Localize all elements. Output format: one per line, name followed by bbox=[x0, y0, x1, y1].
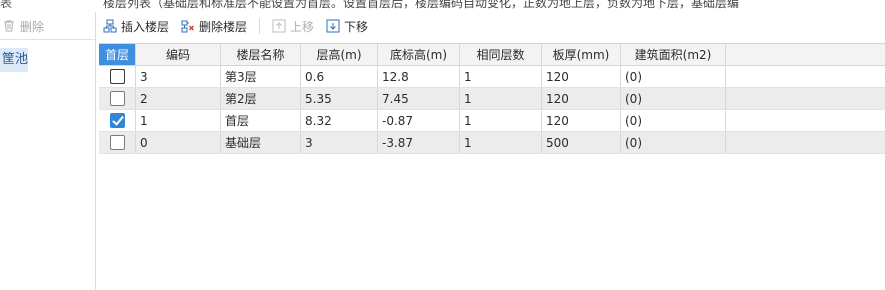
same-count-cell[interactable]: 1 bbox=[460, 110, 542, 131]
floor-table: 首层 编码 楼层名称 层高(m) 底标高(m) 相同层数 板厚(mm) 建筑面积… bbox=[99, 43, 885, 154]
floor-height-cell[interactable]: 5.35 bbox=[301, 88, 378, 109]
trash-icon bbox=[4, 20, 14, 32]
first-floor-cell[interactable] bbox=[99, 88, 136, 109]
toolbar-divider bbox=[259, 18, 261, 34]
insert-floor-label: 插入楼层 bbox=[121, 19, 170, 34]
slab-thickness-cell[interactable]: 500 bbox=[542, 132, 621, 153]
table-row[interactable]: 3 第3层 0.6 12.8 1 120 (0) bbox=[99, 66, 885, 88]
table-row[interactable]: 1 首层 8.32 -0.87 1 120 (0) bbox=[99, 110, 885, 132]
first-floor-cell[interactable] bbox=[99, 110, 136, 131]
header-code[interactable]: 编码 bbox=[136, 44, 221, 65]
delete-floor-icon bbox=[181, 20, 195, 33]
table-header-row: 首层 编码 楼层名称 层高(m) 底标高(m) 相同层数 板厚(mm) 建筑面积… bbox=[99, 43, 885, 66]
floor-toolbar: 插入楼层 删除楼层 上移 下移 bbox=[103, 12, 885, 40]
first-floor-cell[interactable] bbox=[99, 132, 136, 153]
code-cell[interactable]: 3 bbox=[136, 66, 221, 87]
delete-floor-label: 删除楼层 bbox=[199, 19, 248, 34]
building-area-cell: (0) bbox=[621, 132, 726, 153]
building-area-cell: (0) bbox=[621, 110, 726, 131]
code-cell[interactable]: 0 bbox=[136, 132, 221, 153]
move-up-label: 上移 bbox=[290, 19, 315, 34]
same-count-cell[interactable]: 1 bbox=[460, 88, 542, 109]
left-list-item-selected[interactable]: 筐池 bbox=[0, 48, 28, 72]
floor-height-cell[interactable]: 8.32 bbox=[301, 110, 378, 131]
header-floor-name[interactable]: 楼层名称 bbox=[221, 44, 301, 65]
filler-cell bbox=[726, 66, 885, 87]
slab-thickness-cell[interactable]: 120 bbox=[542, 88, 621, 109]
move-up-button[interactable]: 上移 bbox=[272, 15, 314, 37]
slab-thickness-cell[interactable]: 120 bbox=[542, 110, 621, 131]
code-cell[interactable]: 1 bbox=[136, 110, 221, 131]
first-floor-checkbox-checked[interactable] bbox=[109, 113, 125, 128]
bottom-elevation-cell[interactable]: 12.8 bbox=[378, 66, 460, 87]
same-count-cell[interactable]: 1 bbox=[460, 66, 542, 87]
header-same-count[interactable]: 相同层数 bbox=[460, 44, 542, 65]
first-floor-checkbox[interactable] bbox=[109, 69, 125, 84]
building-area-cell: (0) bbox=[621, 66, 726, 87]
floor-name-cell[interactable]: 第2层 bbox=[221, 88, 301, 109]
left-panel-title: 表 bbox=[0, 0, 13, 10]
first-floor-cell[interactable] bbox=[99, 66, 136, 87]
bottom-elevation-cell[interactable]: 7.45 bbox=[378, 88, 460, 109]
left-delete-label: 删除 bbox=[20, 19, 45, 34]
table-row[interactable]: 2 第2层 5.35 7.45 1 120 (0) bbox=[99, 88, 885, 110]
header-building-area[interactable]: 建筑面积(m2) bbox=[621, 44, 726, 65]
filler-cell bbox=[726, 110, 885, 131]
floor-name-cell[interactable]: 基础层 bbox=[221, 132, 301, 153]
first-floor-checkbox[interactable] bbox=[109, 91, 125, 106]
insert-floor-button[interactable]: 插入楼层 bbox=[103, 15, 169, 37]
floor-list-hint: 楼层列表（基础层和标准层不能设置为首层。设置首层后，楼层编码自动变化，正数为地上… bbox=[103, 0, 740, 10]
top-hint-bar: 表 楼层列表（基础层和标准层不能设置为首层。设置首层后，楼层编码自动变化，正数为… bbox=[0, 0, 885, 12]
delete-floor-button[interactable]: 删除楼层 bbox=[181, 15, 247, 37]
move-down-button[interactable]: 下移 bbox=[326, 15, 368, 37]
move-down-label: 下移 bbox=[344, 19, 369, 34]
floor-height-cell[interactable]: 0.6 bbox=[301, 66, 378, 87]
code-cell[interactable]: 2 bbox=[136, 88, 221, 109]
arrow-up-icon bbox=[272, 19, 286, 33]
left-panel: 删除 筐池 bbox=[0, 12, 96, 290]
insert-floor-icon bbox=[103, 19, 117, 33]
first-floor-checkbox[interactable] bbox=[109, 135, 125, 150]
floor-height-cell[interactable]: 3 bbox=[301, 132, 378, 153]
same-count-cell[interactable]: 1 bbox=[460, 132, 542, 153]
bottom-elevation-cell[interactable]: -0.87 bbox=[378, 110, 460, 131]
slab-thickness-cell[interactable]: 120 bbox=[542, 66, 621, 87]
header-first-floor[interactable]: 首层 bbox=[99, 44, 136, 65]
header-filler bbox=[726, 44, 885, 65]
filler-cell bbox=[726, 88, 885, 109]
header-bottom-elevation[interactable]: 底标高(m) bbox=[378, 44, 460, 65]
header-floor-height[interactable]: 层高(m) bbox=[301, 44, 378, 65]
left-delete-button[interactable]: 删除 bbox=[2, 16, 44, 36]
bottom-elevation-cell[interactable]: -3.87 bbox=[378, 132, 460, 153]
floor-name-cell[interactable]: 第3层 bbox=[221, 66, 301, 87]
floor-name-cell[interactable]: 首层 bbox=[221, 110, 301, 131]
arrow-down-icon bbox=[326, 19, 340, 33]
left-toolbar: 删除 bbox=[0, 12, 95, 40]
filler-cell bbox=[726, 132, 885, 153]
header-slab-thickness[interactable]: 板厚(mm) bbox=[542, 44, 621, 65]
building-area-cell: (0) bbox=[621, 88, 726, 109]
table-row[interactable]: 0 基础层 3 -3.87 1 500 (0) bbox=[99, 132, 885, 154]
